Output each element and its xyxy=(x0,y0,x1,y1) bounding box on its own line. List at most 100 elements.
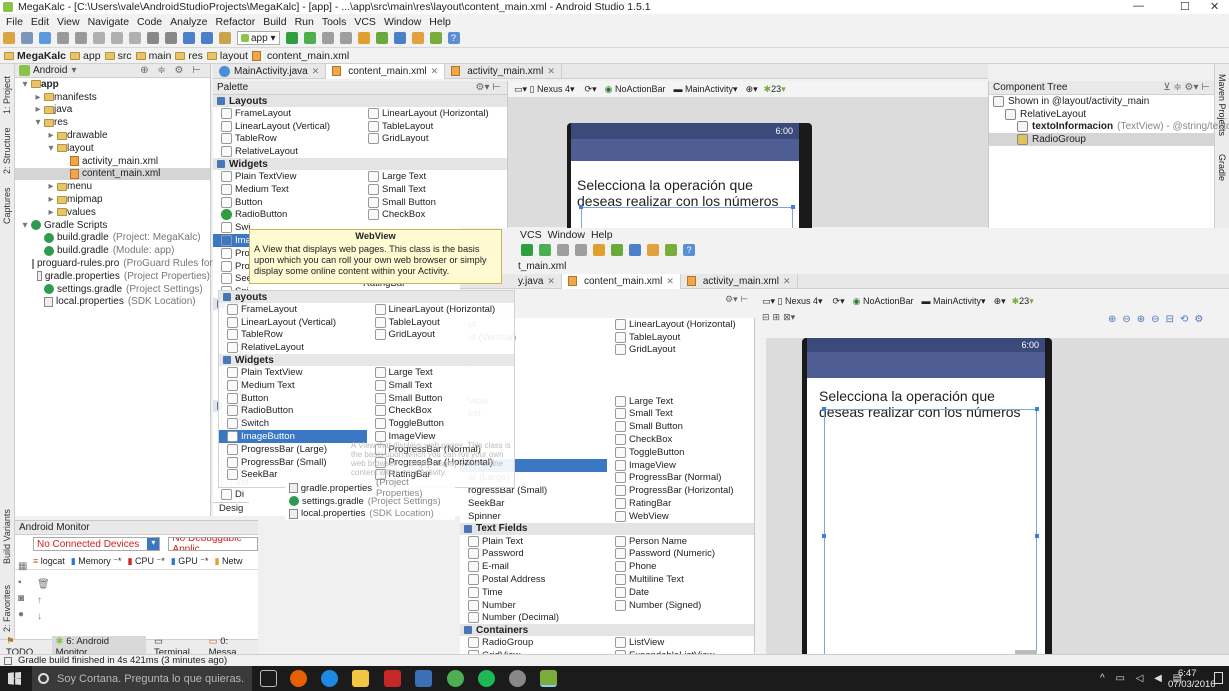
redo-icon[interactable] xyxy=(75,32,87,44)
design-tab[interactable]: Desig xyxy=(213,502,249,515)
ghost-item[interactable]: Button xyxy=(219,392,367,405)
project-tool-tab[interactable]: 1: Project xyxy=(2,76,12,114)
chevron-icon[interactable]: ▾ xyxy=(19,220,31,231)
menu-vcs[interactable]: VCS xyxy=(354,16,376,28)
chevron-icon[interactable]: ▾ xyxy=(45,143,57,154)
menu-run[interactable]: Run xyxy=(295,16,314,28)
stop-icon[interactable] xyxy=(339,32,352,44)
close-button[interactable]: ✕ xyxy=(1210,0,1219,13)
menu-edit[interactable]: Edit xyxy=(31,16,49,28)
build-variants-tool-tab[interactable]: Build Variants xyxy=(2,509,12,564)
theme-select[interactable]: ◉ NoActionBar xyxy=(853,296,914,307)
close-tab-icon[interactable]: ✕ xyxy=(431,66,439,77)
cut-icon[interactable] xyxy=(93,32,105,44)
avd-manager-icon[interactable] xyxy=(611,243,623,256)
ghost-item[interactable]: FrameLayout xyxy=(219,303,367,316)
ghost-item[interactable]: CheckBox xyxy=(367,405,515,418)
ghost-item[interactable]: Small Button xyxy=(367,392,515,405)
ghost-item[interactable]: RelativeLayout xyxy=(219,341,367,354)
device-monitor-icon[interactable] xyxy=(629,243,641,256)
ghost-item[interactable]: Large Text xyxy=(367,366,515,379)
api-select[interactable]: ✱23▾ xyxy=(764,84,786,95)
second-palette-item[interactable]: ImageView xyxy=(607,459,754,472)
second-palette-item[interactable]: Small Button xyxy=(607,420,754,433)
component-tree-item[interactable]: Shown in @layout/activity_main xyxy=(989,95,1214,108)
paste-icon[interactable] xyxy=(129,32,141,44)
minimize-button[interactable]: — xyxy=(1133,0,1144,12)
close-tab-icon[interactable]: ✕ xyxy=(666,276,674,287)
tree-settings-icon[interactable]: ⊻ ≑ ⚙▾ ⊢ xyxy=(1163,82,1210,93)
palette-settings-icon[interactable]: ⚙▾ ⊢ xyxy=(476,82,501,93)
text-field-item[interactable]: Phone xyxy=(607,560,754,573)
breadcrumb-layout[interactable]: layout xyxy=(206,50,248,62)
menu-build[interactable]: Build xyxy=(263,16,286,28)
chevron-icon[interactable]: ▸ xyxy=(45,181,57,192)
palette-item[interactable]: Small Text xyxy=(360,183,507,196)
ghost-item[interactable]: Small Text xyxy=(367,379,515,392)
second-palette-item[interactable]: LinearLayout (Horizontal) xyxy=(607,318,754,331)
component-tree-item[interactable]: RelativeLayout xyxy=(989,108,1214,121)
debug-icon[interactable] xyxy=(539,243,551,256)
chevron-icon[interactable]: ▾ xyxy=(32,117,44,128)
palette-item[interactable]: RelativeLayout xyxy=(213,145,360,158)
tab-mainactivity[interactable]: MainActivity.java ✕ xyxy=(213,63,327,79)
menu-code[interactable]: Code xyxy=(137,16,162,28)
breadcrumb-src[interactable]: src xyxy=(104,50,132,62)
second-palette-item[interactable]: ProgressBar (Horizontal) xyxy=(607,484,754,497)
structure-tool-tab[interactable]: 2: Structure xyxy=(2,127,12,174)
device-screen[interactable]: 6:00 Selecciona la operación que deseas … xyxy=(571,123,799,237)
second-palette-item[interactable]: Spinner xyxy=(460,510,607,523)
captures-tool-tab[interactable]: Captures xyxy=(2,187,12,224)
tab-content-main-2[interactable]: content_main.xml ✕ xyxy=(561,273,681,289)
tab-gpu[interactable]: ▮ GPU ⁻* xyxy=(171,556,209,567)
text-field-item[interactable] xyxy=(607,612,754,625)
monitor-logcat-buttons[interactable]: 🗑 ↑ ↓ xyxy=(37,577,50,625)
ghost-item[interactable]: ProgressBar (Small) xyxy=(219,456,367,469)
run-config-select[interactable]: app ▾ xyxy=(237,31,280,45)
second-palette-item[interactable]: RatingBar xyxy=(607,497,754,510)
text-field-item[interactable]: Number (Decimal) xyxy=(460,612,607,625)
menu-help[interactable]: Help xyxy=(429,16,451,28)
ghost-item[interactable]: SeekBar xyxy=(219,469,367,482)
project-tree-item[interactable]: activity_main.xml xyxy=(15,155,210,168)
ghost-item[interactable] xyxy=(367,341,515,354)
project-tree-item[interactable]: ▸ mipmap xyxy=(15,193,210,206)
sdk-manager-icon[interactable] xyxy=(357,32,370,44)
palette-settings-icon[interactable]: ⚙▾ ⊢ xyxy=(725,294,748,305)
project-tree-item[interactable]: ▸ java xyxy=(15,104,210,117)
theme-select[interactable]: ◉ NoActionBar xyxy=(605,84,666,95)
ghost-item[interactable]: GridLayout xyxy=(367,329,515,342)
menu-file[interactable]: File xyxy=(6,16,23,28)
project-tree-item[interactable]: ▸ drawable xyxy=(15,129,210,142)
ghost-item[interactable]: TableRow xyxy=(219,329,367,342)
second-palette-item[interactable]: WebView xyxy=(607,510,754,523)
avd-manager-icon[interactable] xyxy=(375,32,388,44)
undo-icon[interactable] xyxy=(57,32,69,44)
palette-item[interactable]: Plain TextView xyxy=(213,170,360,183)
breadcrumb-main[interactable]: main xyxy=(135,50,171,62)
palette-item[interactable]: Medium Text xyxy=(213,183,360,196)
chevron-icon[interactable]: ▸ xyxy=(45,130,57,141)
forward-icon[interactable] xyxy=(201,32,213,44)
second-palette-item[interactable]: SeekBar xyxy=(460,497,607,510)
firefox-icon[interactable] xyxy=(290,670,307,687)
project-structure-icon[interactable] xyxy=(647,243,659,256)
ghost-item[interactable]: ProgressBar (Large) xyxy=(219,443,367,456)
text-field-item[interactable]: Number xyxy=(460,599,607,612)
second-palette-item[interactable]: TableLayout xyxy=(607,331,754,344)
device-select[interactable]: No Connected Devices ▾ xyxy=(33,537,161,551)
project-tree-item[interactable]: gradle.properties (Project Properties) xyxy=(15,270,210,283)
activity-select[interactable]: ▬ MainActivity▾ xyxy=(922,296,986,307)
text-field-item[interactable]: Time xyxy=(460,586,607,599)
second-section-text-fields[interactable]: Text Fields xyxy=(460,522,754,535)
project-tree-item[interactable]: settings.gradle (Project Settings) xyxy=(15,283,210,296)
menu-help-2[interactable]: Help xyxy=(591,229,613,241)
view-dropdown-icon[interactable]: ▾ xyxy=(71,65,76,76)
project-tree-item[interactable]: ▾ res xyxy=(15,116,210,129)
tab-network[interactable]: ▮ Netw xyxy=(215,556,243,567)
chrome-icon[interactable] xyxy=(447,670,464,687)
menu-refactor[interactable]: Refactor xyxy=(216,16,256,28)
radiogroup-selection[interactable] xyxy=(824,409,1037,665)
notifications-icon[interactable] xyxy=(1214,672,1223,684)
menu-vcs-2[interactable]: VCS xyxy=(520,229,542,241)
